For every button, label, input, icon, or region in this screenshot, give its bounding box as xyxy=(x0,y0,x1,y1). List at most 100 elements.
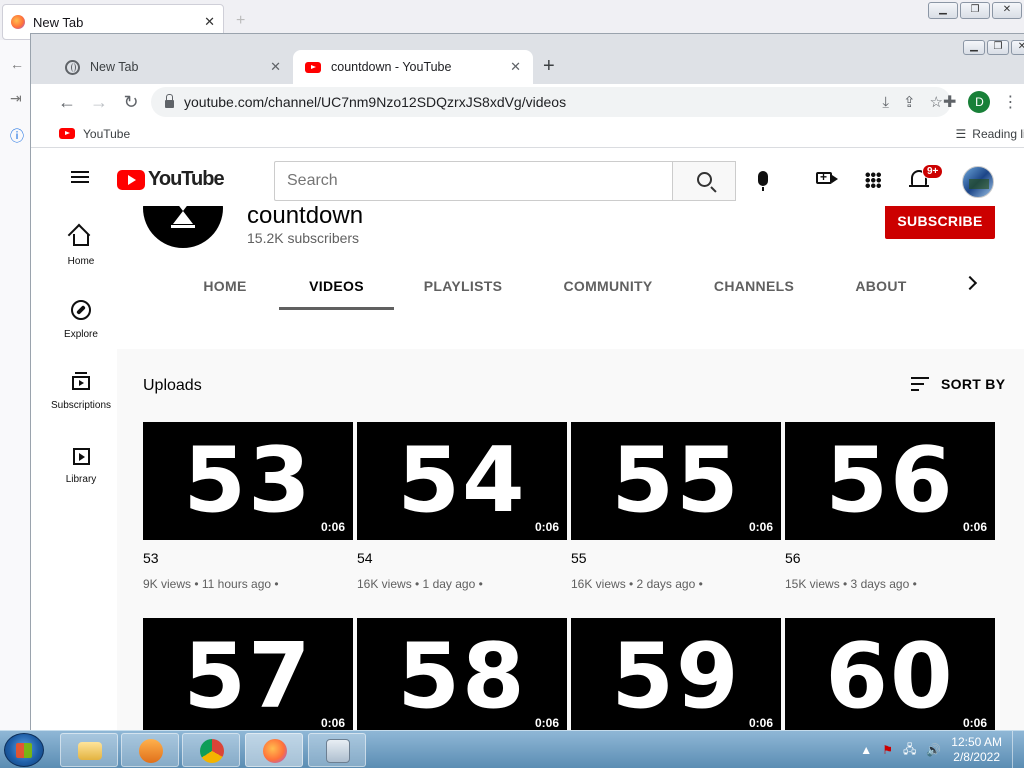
youtube-logo[interactable]: YouTube xyxy=(117,168,225,191)
taskbar-media-player[interactable] xyxy=(121,733,179,767)
more-menu-icon[interactable]: ⋮ xyxy=(1002,92,1018,112)
sidebar-item-home[interactable]: Home xyxy=(31,226,131,267)
close-icon[interactable]: ✕ xyxy=(992,2,1022,19)
address-bar[interactable]: youtube.com/channel/UC7nm9Nzo12SDQzrxJS8… xyxy=(151,87,951,117)
taskbar-firefox[interactable] xyxy=(245,733,303,767)
video-title[interactable]: 56 xyxy=(785,550,995,568)
video-thumbnail[interactable]: 58 0:06 xyxy=(357,618,567,730)
puzzle-icon[interactable]: ✚ xyxy=(943,92,956,112)
close-icon[interactable]: ✕ xyxy=(204,14,215,30)
sidebar-item-subscriptions[interactable]: Subscriptions xyxy=(31,372,131,411)
install-icon[interactable]: ⤓ xyxy=(882,94,889,111)
sidebar-item-library[interactable]: Library xyxy=(31,448,131,485)
tab-new-tab[interactable]: New Tab ✕ xyxy=(53,50,293,84)
tab-channels[interactable]: CHANNELS xyxy=(687,262,821,310)
subscriber-count: 15.2K subscribers xyxy=(247,230,360,246)
video-thumbnail[interactable]: 57 0:06 xyxy=(143,618,353,730)
sign-in-icon[interactable]: ⇥ xyxy=(10,90,22,107)
action-center-icon[interactable]: ⚑ xyxy=(882,743,893,757)
bookmark-youtube[interactable]: YouTube xyxy=(83,127,130,141)
firefox-icon xyxy=(11,15,25,29)
duration-badge: 0:06 xyxy=(748,520,773,534)
minimize-icon[interactable]: ▁ xyxy=(963,40,985,55)
tab-community[interactable]: COMMUNITY xyxy=(541,262,675,310)
calculator-icon xyxy=(326,739,350,763)
restore-icon[interactable]: ❐ xyxy=(987,40,1009,55)
create-video-icon[interactable] xyxy=(816,170,838,184)
plus-icon[interactable]: + xyxy=(236,12,245,30)
new-tab-button[interactable]: + xyxy=(543,55,555,78)
hamburger-menu-icon[interactable] xyxy=(71,171,89,183)
forward-arrow-icon[interactable]: → xyxy=(83,92,115,113)
restore-icon[interactable]: ❐ xyxy=(960,2,990,19)
tab-youtube[interactable]: countdown - YouTube ✕ xyxy=(293,50,533,84)
search-button[interactable] xyxy=(672,161,736,201)
profile-avatar[interactable]: D xyxy=(968,91,991,113)
video-title[interactable]: 53 xyxy=(143,550,353,568)
taskbar-explorer[interactable] xyxy=(60,733,118,767)
star-icon[interactable]: ☆ xyxy=(930,93,943,111)
subscribe-button[interactable]: SUBSCRIBE xyxy=(885,202,995,239)
youtube-play-icon xyxy=(117,169,145,190)
youtube-header: YouTube 9+ xyxy=(31,148,1024,206)
tab-videos[interactable]: VIDEOS xyxy=(279,262,394,310)
tab-home[interactable]: HOME xyxy=(169,262,281,310)
home-icon xyxy=(73,234,89,246)
back-arrow-icon[interactable]: ← xyxy=(51,92,83,113)
globe-icon xyxy=(65,59,80,75)
close-icon[interactable]: ✕ xyxy=(270,59,281,75)
start-button[interactable] xyxy=(4,733,44,767)
show-hidden-icons-icon[interactable]: ▲ xyxy=(860,743,872,757)
show-desktop-button[interactable] xyxy=(1012,731,1024,768)
video-thumbnail[interactable]: 55 0:06 xyxy=(571,422,781,540)
chevron-right-icon[interactable] xyxy=(962,275,978,291)
reading-list-button[interactable]: ☰ Reading list xyxy=(956,120,1024,148)
subscriptions-icon xyxy=(72,372,90,390)
tab-title: New Tab xyxy=(90,60,139,74)
minimize-icon[interactable]: ▁ xyxy=(928,2,958,19)
taskbar: ▲ ⚑ 🖧 🔊 12:50 AM 2/8/2022 xyxy=(0,730,1024,768)
video-thumbnail[interactable]: 53 0:06 xyxy=(143,422,353,540)
video-card[interactable]: 55 0:06 55 16K views • 2 days ago • xyxy=(571,422,781,591)
clock[interactable]: 12:50 AM 2/8/2022 xyxy=(951,735,1002,765)
video-thumbnail[interactable]: 59 0:06 xyxy=(571,618,781,730)
youtube-favicon-icon xyxy=(305,61,321,73)
video-thumbnail[interactable]: 56 0:06 xyxy=(785,422,995,540)
video-thumbnail[interactable]: 60 0:06 xyxy=(785,618,995,730)
video-card[interactable]: 60 0:06 60 xyxy=(785,618,995,730)
sort-by-button[interactable]: SORT BY xyxy=(911,376,1005,392)
video-card[interactable]: 57 0:06 57 xyxy=(143,618,353,730)
video-card[interactable]: 54 0:06 54 16K views • 1 day ago • xyxy=(357,422,567,591)
taskbar-chrome[interactable] xyxy=(182,733,240,767)
taskbar-calculator[interactable] xyxy=(308,733,366,767)
channel-tabs: HOME VIDEOS PLAYLISTS COMMUNITY CHANNELS… xyxy=(117,262,1024,310)
video-title[interactable]: 55 xyxy=(571,550,781,568)
thumbnail-text: 58 xyxy=(397,624,527,729)
microphone-icon[interactable] xyxy=(758,171,768,191)
video-title[interactable]: 54 xyxy=(357,550,567,568)
video-card[interactable]: 56 0:06 56 15K views • 3 days ago • xyxy=(785,422,995,591)
close-icon[interactable]: ✕ xyxy=(1011,40,1024,55)
video-card[interactable]: 53 0:06 53 9K views • 11 hours ago • xyxy=(143,422,353,591)
sidebar-item-explore[interactable]: Explore xyxy=(31,300,131,340)
video-card[interactable]: 58 0:06 58 xyxy=(357,618,567,730)
clock-date: 2/8/2022 xyxy=(953,750,1000,764)
reload-icon[interactable]: ↻ xyxy=(115,92,147,113)
tab-about[interactable]: ABOUT xyxy=(831,262,931,310)
media-player-icon xyxy=(139,739,163,763)
back-arrow-icon[interactable]: ← xyxy=(10,56,24,72)
share-icon[interactable]: ⇪ xyxy=(903,93,916,111)
network-icon[interactable]: 🖧 xyxy=(903,740,916,761)
volume-icon[interactable]: 🔊 xyxy=(926,743,941,757)
folder-icon xyxy=(78,742,102,760)
info-icon: ⓘ xyxy=(10,128,24,144)
video-card[interactable]: 59 0:06 59 xyxy=(571,618,781,730)
video-thumbnail[interactable]: 54 0:06 xyxy=(357,422,567,540)
tab-strip: ▁ ❐ ✕ New Tab ✕ countdown - YouTube ✕ + xyxy=(31,34,1024,84)
user-avatar[interactable] xyxy=(962,166,994,198)
tab-playlists[interactable]: PLAYLISTS xyxy=(397,262,529,310)
close-icon[interactable]: ✕ xyxy=(510,59,521,75)
video-meta: 16K views • 1 day ago • xyxy=(357,577,483,591)
apps-grid-icon[interactable] xyxy=(865,172,881,188)
search-input[interactable] xyxy=(274,161,673,201)
